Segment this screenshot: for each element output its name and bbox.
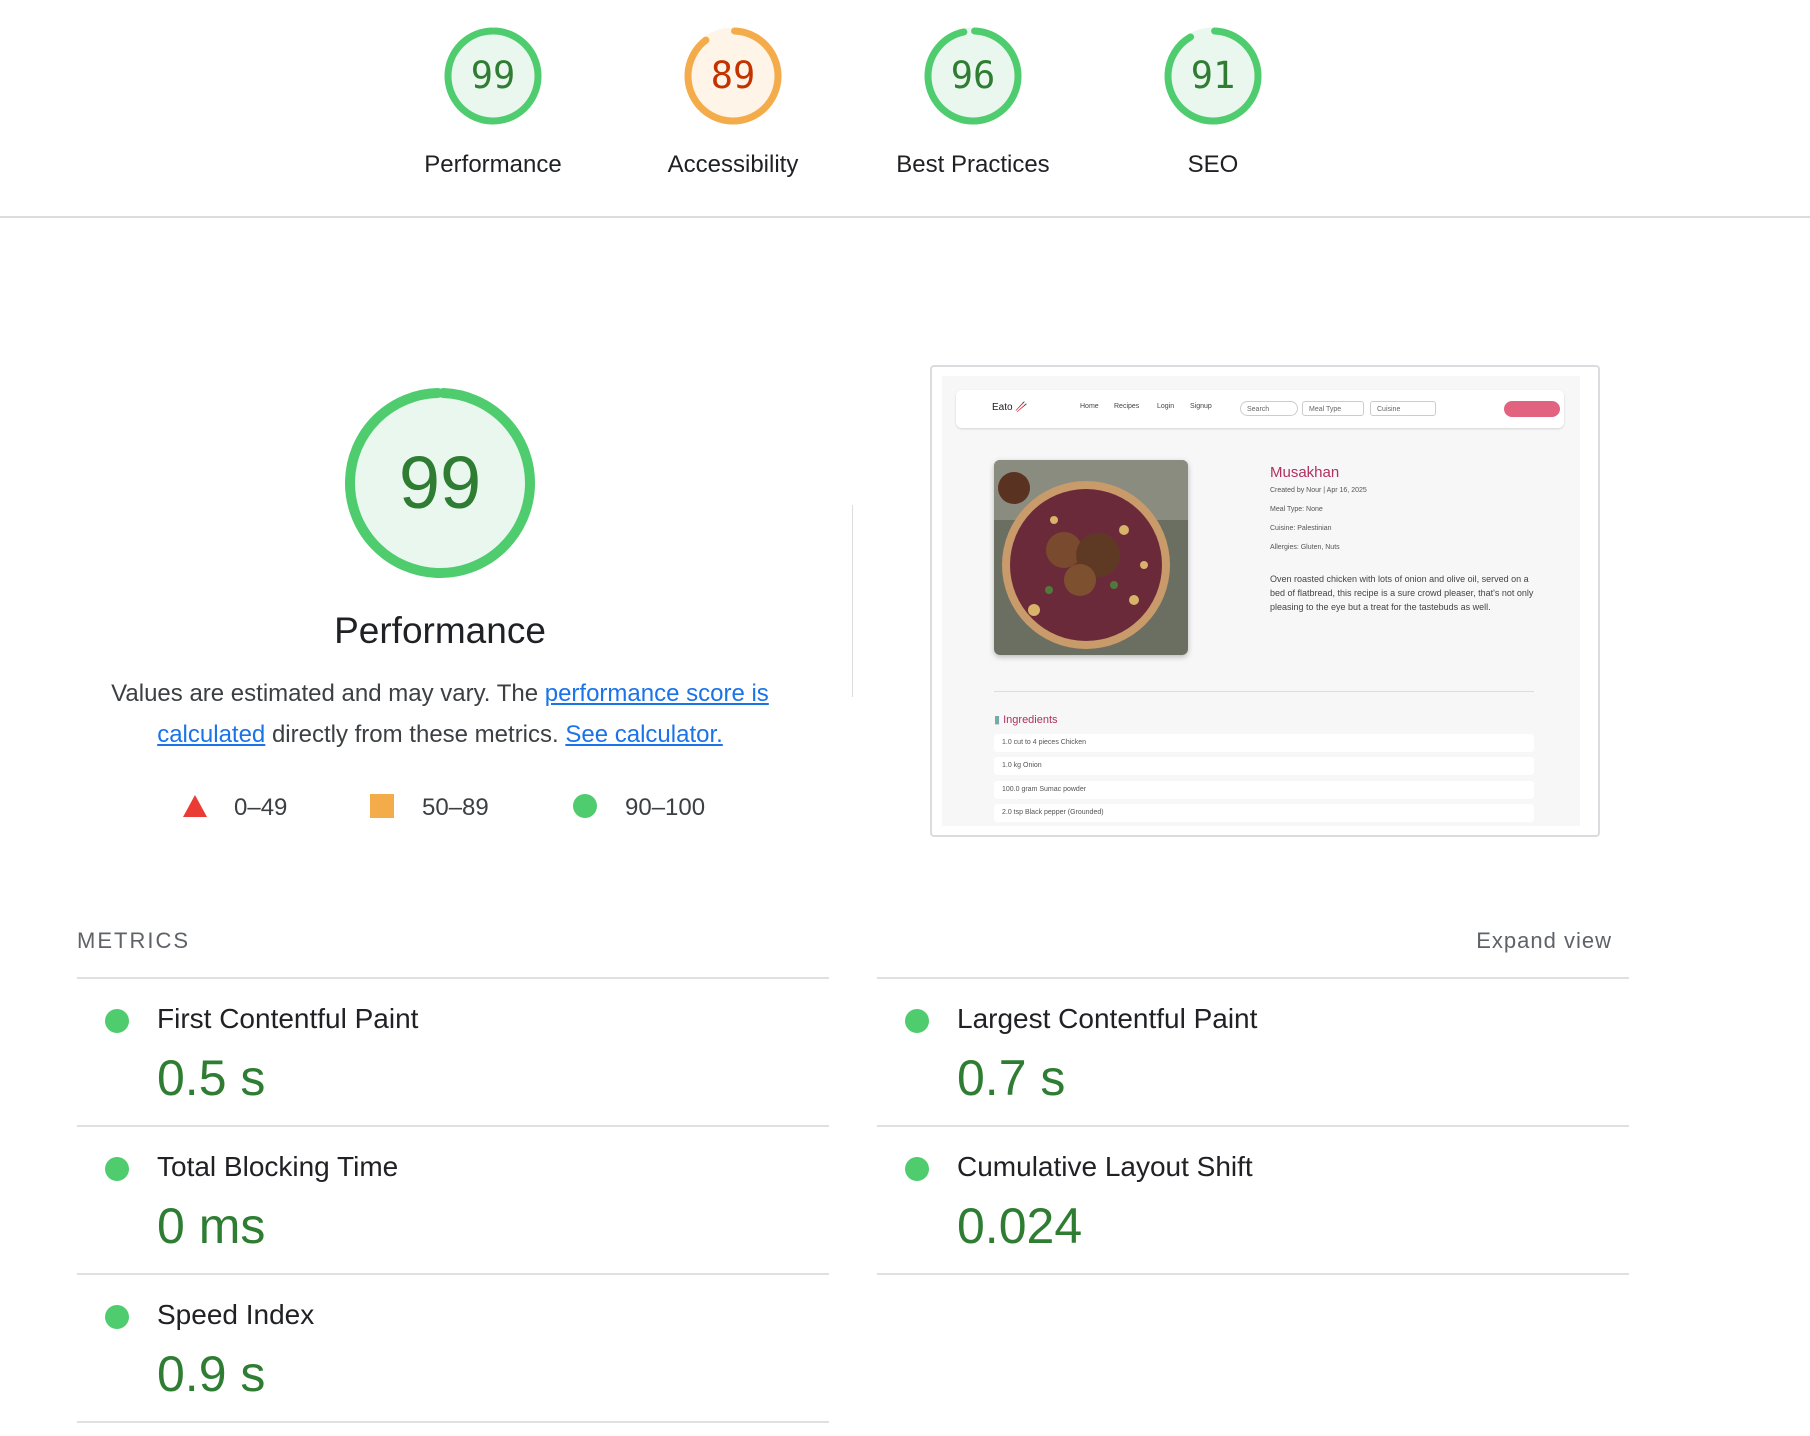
legend-average: 50–89 [370,792,489,824]
metric-label: First Contentful Paint [157,1003,419,1034]
screenshot-search-button [1504,401,1560,417]
category-label: Best Practices [896,151,1050,178]
screenshot-divider [994,691,1534,692]
screenshot-cuisine-select: Cuisine [1370,401,1436,416]
screenshot-logo: Eato 🥢 [992,402,1028,413]
performance-title: Performance [334,610,546,651]
screenshot-recipe-meta: Created by Nour | Apr 16, 2025 [1270,487,1367,494]
screenshot-allergies-line: Allergies: Gluten, Nuts [1270,544,1340,551]
metric-label: Total Blocking Time [157,1151,399,1182]
performance-description: Values are estimated and may vary. The p… [80,673,800,755]
metrics-header: METRICS [77,928,190,953]
metric-first-contentful-paint: First Contentful Paint 0.5 s [77,977,829,1125]
category-label: Performance [424,151,562,178]
screenshot-recipe-image [994,460,1188,655]
screenshot-recipe-description: Oven roasted chicken with lots of onion … [1270,574,1534,612]
screenshot-meal-type-select: Meal Type [1302,401,1364,416]
category-gauge-seo[interactable]: 91 SEO [1108,25,1318,195]
metric-speed-index: Speed Index 0.9 s [77,1273,829,1423]
vertical-divider [852,505,853,697]
metric-value: 0.5 s [157,1050,266,1106]
metric-cumulative-layout-shift: Cumulative Layout Shift 0.024 [877,1125,1629,1275]
screenshot-ingredient-row: 2.0 tsp Black pepper (Grounded) [994,804,1534,822]
legend-pass: 90–100 [573,792,705,824]
screenshot-ingredient-row: 1.0 kg Onion [994,757,1534,775]
metric-total-blocking-time: Total Blocking Time 0 ms [77,1125,829,1273]
screenshot-nav-signup: Signup [1190,403,1212,410]
pass-circle-icon [105,1305,129,1329]
screenshot-ingredient-row: 100.0 gram Sumac powder [994,781,1534,799]
screenshot-search-input: Search [1240,401,1298,416]
pass-circle-icon [905,1009,929,1033]
legend-range: 90–100 [625,794,706,821]
pass-circle-icon [105,1009,129,1033]
screenshot-ingredients-title: ▮ Ingredients [994,713,1058,726]
category-gauge-best-practices[interactable]: 96 Best Practices [868,25,1078,195]
score-value: 89 [710,54,756,97]
description-text: Values are estimated and may vary. The [111,680,545,707]
final-screenshot[interactable]: Eato 🥢 Home Recipes Login Signup Search … [930,365,1600,837]
food-photo-icon [994,460,1188,655]
screenshot-nav-recipes: Recipes [1114,403,1140,410]
screenshot-nav-login: Login [1157,403,1175,410]
bottle-icon: ▮ [994,714,1004,726]
screenshot-cuisine-line: Cuisine: Palestinian [1270,525,1332,532]
performance-score: 99 [398,441,482,524]
score-value: 99 [470,54,516,97]
screenshot-navbar: Eato 🥢 Home Recipes Login Signup Search … [956,390,1564,428]
screenshot-recipe-title: Musakhan [1270,464,1340,481]
metric-label: Largest Contentful Paint [957,1003,1258,1034]
category-gauge-accessibility[interactable]: 89 Accessibility [628,25,838,195]
expand-view-toggle[interactable]: Expand view [1420,928,1612,954]
category-label: Accessibility [667,151,799,178]
metric-value: 0 ms [157,1198,266,1254]
screenshot-meal-type-line: Meal Type: None [1270,506,1323,513]
screenshot-ingredient-row: 1.0 cut to 4 pieces Chicken [994,734,1534,752]
legend-fail: 0–49 [182,792,287,824]
ingredients-title-text: Ingredients [1003,714,1058,726]
pass-circle-icon [905,1157,929,1181]
header-divider [0,216,1810,218]
category-gauge-performance[interactable]: 99 Performance [388,25,598,195]
metric-value: 0.7 s [957,1050,1066,1106]
legend-range: 0–49 [234,794,288,821]
score-value: 91 [1190,54,1236,97]
screenshot-page: Eato 🥢 Home Recipes Login Signup Search … [942,376,1580,826]
see-calculator-link[interactable]: See calculator. [565,721,722,748]
square-icon [370,794,394,818]
score-value: 96 [950,54,996,97]
pass-circle-icon [105,1157,129,1181]
metric-label: Cumulative Layout Shift [957,1151,1253,1182]
screenshot-nav-home: Home [1080,403,1099,410]
triangle-icon [183,795,207,817]
legend-range: 50–89 [422,794,489,821]
metric-label: Speed Index [157,1299,315,1330]
metric-largest-contentful-paint: Largest Contentful Paint 0.7 s [877,977,1629,1125]
metric-value: 0.024 [957,1198,1083,1254]
description-text: directly from these metrics. [265,721,566,748]
category-label: SEO [1187,151,1239,178]
circle-icon [573,794,597,818]
metric-value: 0.9 s [157,1346,266,1402]
